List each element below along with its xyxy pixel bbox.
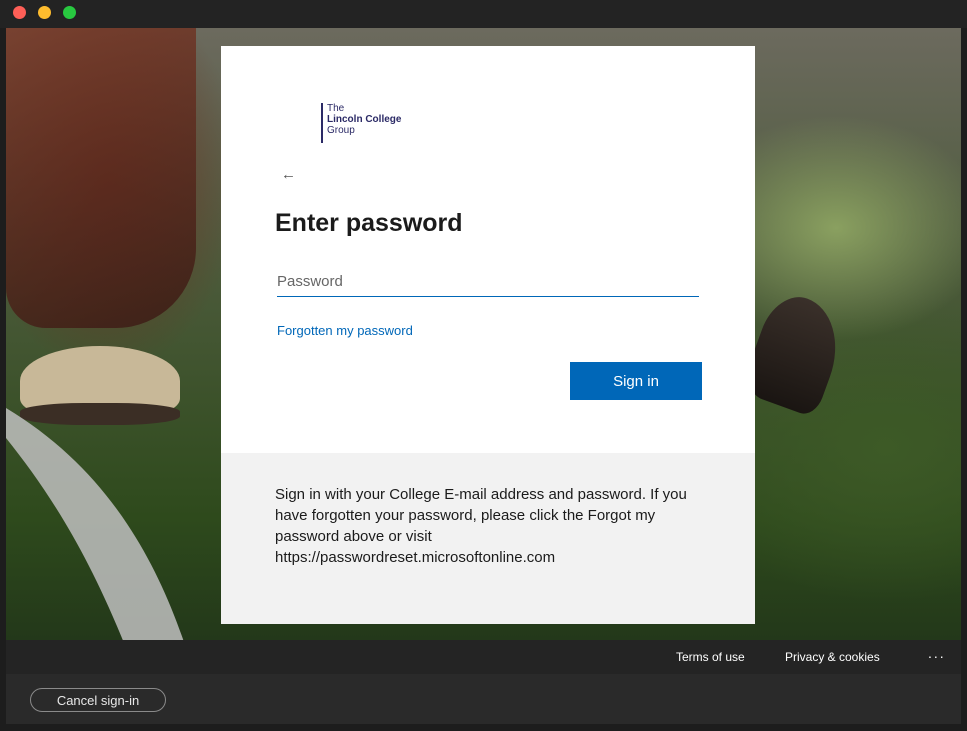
close-window-button[interactable]	[13, 6, 26, 19]
background-person	[6, 28, 196, 328]
cancel-signin-button[interactable]: Cancel sign-in	[30, 688, 166, 712]
logo-line-2: Lincoln College	[327, 114, 402, 125]
page-title: Enter password	[275, 209, 463, 237]
college-logo: The Lincoln College Group	[321, 103, 401, 145]
sign-in-button[interactable]: Sign in	[570, 362, 702, 400]
logo-line-3: Group	[327, 125, 355, 136]
window-titlebar	[0, 0, 967, 28]
footer-bar: Terms of use Privacy & cookies ...	[6, 640, 961, 674]
bottom-bar: Cancel sign-in	[6, 674, 961, 724]
terms-of-use-link[interactable]: Terms of use	[676, 650, 745, 664]
minimize-window-button[interactable]	[38, 6, 51, 19]
logo-line-1: The	[327, 103, 345, 114]
logo-bar	[321, 103, 323, 143]
more-options-icon[interactable]: ...	[928, 645, 946, 661]
zoom-window-button[interactable]	[63, 6, 76, 19]
password-input[interactable]	[277, 266, 699, 297]
background-shoe	[739, 287, 853, 419]
signin-card: The Lincoln College Group ← Enter passwo…	[221, 46, 755, 624]
privacy-cookies-link[interactable]: Privacy & cookies	[785, 650, 880, 664]
arrow-left-icon[interactable]: ←	[281, 166, 296, 183]
info-text: Sign in with your College E-mail address…	[275, 486, 687, 566]
forgot-password-link[interactable]: Forgotten my password	[277, 323, 413, 338]
background-v-shape	[6, 408, 184, 640]
logo-text: The Lincoln College Group	[327, 103, 401, 145]
